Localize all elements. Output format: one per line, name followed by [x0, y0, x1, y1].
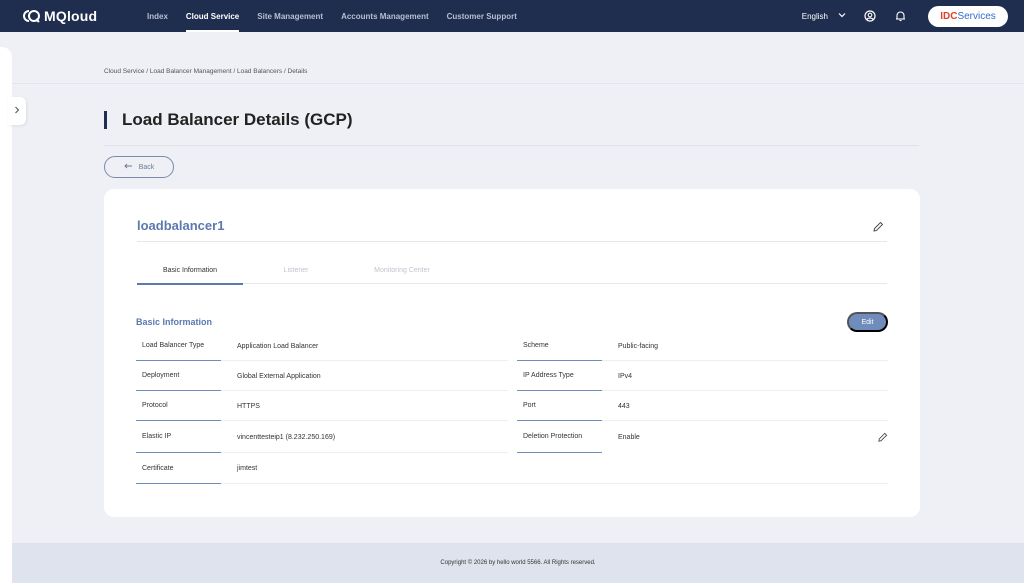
edit-button[interactable]: Edit	[847, 312, 888, 332]
info-row-scheme: Scheme Public-facing	[517, 331, 888, 361]
field-value: vincenttesteip1 (8.232.250.169)	[237, 433, 336, 441]
nav-item-index[interactable]: Index	[138, 0, 177, 32]
pencil-icon[interactable]	[877, 430, 888, 442]
back-label: Back	[138, 163, 155, 171]
back-button[interactable]: Back	[104, 156, 174, 178]
page-title: Load Balancer Details (GCP)	[122, 110, 353, 129]
field-label: Certificate	[136, 453, 221, 484]
field-label: Protocol	[136, 391, 221, 421]
load-balancer-name: loadbalancer1	[137, 218, 225, 233]
side-panel	[0, 47, 12, 583]
divider	[12, 83, 1024, 84]
user-circle-icon[interactable]	[864, 10, 876, 22]
nav-item-customer-support[interactable]: Customer Support	[438, 0, 526, 32]
field-value: jimtest	[237, 465, 258, 472]
field-value: HTTPS	[237, 402, 260, 410]
nav-right: English IDC Services	[802, 0, 1024, 32]
top-nav: MQloud Index Cloud Service Site Manageme…	[0, 0, 1024, 32]
info-row-certificate: Certificate jimtest	[136, 453, 888, 484]
info-row-protocol: Protocol HTTPS	[136, 391, 508, 421]
info-row-port: Port 443	[517, 391, 888, 421]
footer: Copyright © 2026 by hello world 5566. Al…	[12, 543, 1024, 583]
arrow-left-icon	[124, 163, 133, 171]
field-value: Application Load Balancer	[237, 342, 319, 350]
brand-part-2: Services	[957, 10, 996, 22]
tab-listener[interactable]: Listener	[243, 261, 349, 284]
field-label: Deployment	[136, 361, 221, 391]
copyright-text: Copyright © 2026 by hello world 5566. Al…	[440, 560, 596, 566]
divider	[137, 241, 887, 242]
field-value: Global External Application	[237, 372, 321, 380]
field-label: IP Address Type	[517, 361, 602, 391]
tab-basic-information[interactable]: Basic Information	[137, 261, 243, 285]
field-value: IPv4	[618, 372, 633, 380]
detail-card: loadbalancer1 Basic Information Listener…	[104, 189, 920, 517]
info-row-ip-address-type: IP Address Type IPv4	[517, 361, 888, 391]
info-row-deletion-protection: Deletion Protection Enable	[517, 421, 888, 453]
sidebar-toggle[interactable]	[8, 97, 26, 125]
pencil-icon[interactable]	[872, 220, 884, 232]
info-row-deployment: Deployment Global External Application	[136, 361, 508, 391]
nav-menu: Index Cloud Service Site Management Acco…	[138, 0, 526, 32]
language-select[interactable]: English	[802, 12, 846, 21]
field-label: Load Balancer Type	[136, 331, 221, 361]
chevron-right-icon	[14, 106, 20, 116]
chevron-down-icon	[838, 12, 846, 20]
info-row-load-balancer-type: Load Balancer Type Application Load Bala…	[136, 331, 508, 361]
logo-text: MQloud	[44, 8, 98, 24]
page-header: Load Balancer Details (GCP)	[104, 110, 353, 130]
section-title: Basic Information	[136, 317, 213, 327]
field-value: Public-facing	[618, 342, 659, 350]
brand-part-1: IDC	[940, 10, 958, 22]
bell-icon[interactable]	[894, 10, 906, 22]
logo[interactable]: MQloud	[22, 8, 132, 24]
title-accent-bar	[104, 111, 107, 129]
breadcrumb[interactable]: Cloud Service / Load Balancer Management…	[104, 68, 307, 75]
field-label: Elastic IP	[136, 421, 221, 453]
field-label: Port	[517, 391, 602, 421]
field-label: Scheme	[517, 331, 602, 361]
field-value: 443	[618, 402, 630, 410]
info-row-elastic-ip: Elastic IP vincenttesteip1 (8.232.250.16…	[136, 421, 508, 453]
divider	[104, 145, 919, 146]
nav-item-site-management[interactable]: Site Management	[248, 0, 332, 32]
language-label: English	[801, 11, 828, 21]
tab-monitoring-center[interactable]: Monitoring Center	[349, 261, 455, 284]
nav-item-cloud-service[interactable]: Cloud Service	[177, 0, 248, 32]
brand-logo[interactable]: IDC Services	[928, 5, 1008, 27]
logo-icon	[22, 9, 40, 23]
divider	[221, 483, 888, 484]
field-label: Deletion Protection	[517, 421, 602, 453]
field-value: Enable	[618, 433, 640, 441]
nav-item-accounts-management[interactable]: Accounts Management	[332, 0, 438, 32]
tab-bar: Basic Information Listener Monitoring Ce…	[137, 261, 887, 285]
